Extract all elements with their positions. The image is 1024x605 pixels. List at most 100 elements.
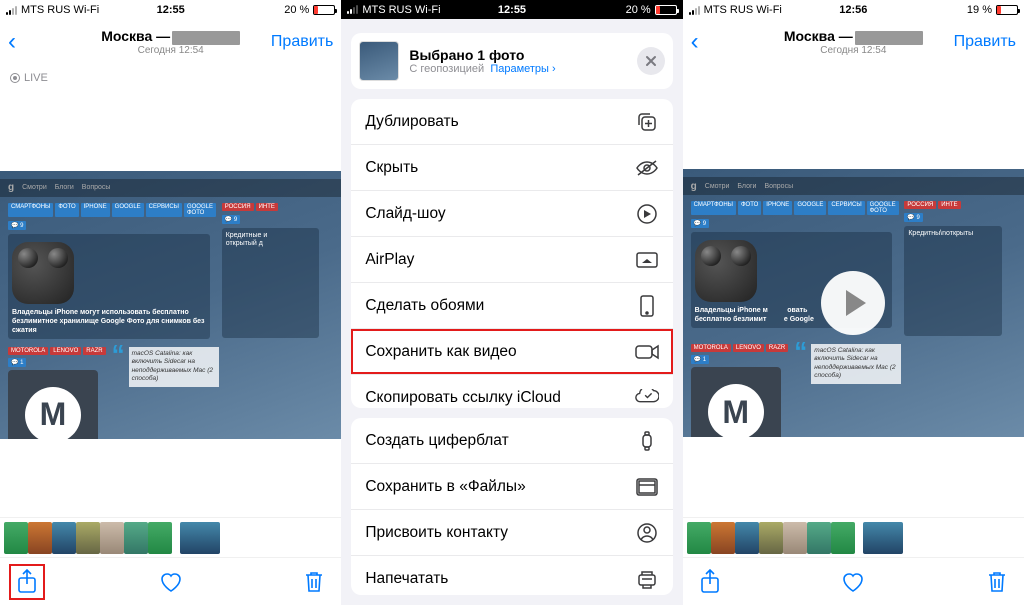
action-label: Скрыть	[365, 159, 418, 177]
status-time: 12:56	[839, 4, 867, 16]
action-label: Сохранить в «Файлы»	[365, 478, 525, 496]
nav-bar: ‹ Москва —Сегодня 12:54 Править	[683, 20, 1024, 64]
motorola-image: M	[691, 367, 781, 437]
status-bar: MTS RUS Wi-Fi 12:55 20 %	[0, 0, 341, 20]
battery-pct: 20 %	[284, 4, 309, 16]
action-напечатать[interactable]: Напечатать	[351, 556, 672, 595]
carrier-label: MTS RUS Wi-Fi	[21, 4, 99, 16]
action-label: AirPlay	[365, 251, 414, 269]
status-time: 12:55	[157, 4, 185, 16]
play-button[interactable]	[821, 271, 885, 335]
action-label: Сохранить как видео	[365, 343, 516, 361]
status-bar: MTS RUS Wi-Fi 12:56 19 %	[683, 0, 1024, 20]
photo-tags-c-r: MOTOROLALENOVORAZR	[691, 344, 789, 352]
battery-icon	[996, 5, 1018, 15]
like-button[interactable]	[836, 565, 870, 599]
edit-button[interactable]: Править	[263, 33, 333, 51]
action-icon	[635, 386, 659, 408]
battery-icon	[313, 5, 335, 15]
sheet-header: Выбрано 1 фото С геопозицией Параметры ›	[351, 33, 672, 89]
action-присвоить-контакту[interactable]: Присвоить контакту	[351, 510, 672, 556]
live-badge: LIVE	[0, 64, 341, 92]
signal-icon	[689, 6, 700, 15]
close-button[interactable]	[637, 47, 665, 75]
carrier-label: MTS RUS Wi-Fi	[704, 4, 782, 16]
action-icon	[635, 202, 659, 226]
live-icon	[10, 73, 20, 83]
action-label: Скопировать ссылку iCloud	[365, 389, 561, 407]
play-icon	[846, 290, 866, 316]
action-airplay[interactable]: AirPlay	[351, 237, 672, 283]
action-label: Сделать обоями	[365, 297, 484, 315]
redacted-location	[172, 31, 240, 45]
photo-area[interactable]: gСмотриБлогиВопросы СМАРТФОНЫФОТОIPHONEG…	[683, 89, 1024, 517]
battery-pct: 20 %	[626, 4, 651, 16]
action-icon	[635, 110, 659, 134]
sheet-title: Выбрано 1 фото	[409, 47, 626, 63]
battery-pct: 19 %	[967, 4, 992, 16]
photos-viewer-right: MTS RUS Wi-Fi 12:56 19 % ‹ Москва —Сегод…	[683, 0, 1024, 605]
bottom-toolbar	[0, 557, 341, 605]
action-слайд-шоу[interactable]: Слайд-шоу	[351, 191, 672, 237]
redacted-location	[855, 31, 923, 45]
action-создать-циферблат[interactable]: Создать циферблат	[351, 418, 672, 464]
nav-title: Москва —	[101, 28, 170, 44]
action-label: Создать циферблат	[365, 432, 508, 450]
action-icon	[635, 156, 659, 180]
bottom-toolbar	[683, 557, 1024, 605]
action-icon	[635, 429, 659, 453]
photo-quote: “macOS Catalina: как включить Sidecar на…	[112, 347, 219, 387]
action-icon	[635, 340, 659, 364]
action-label: Присвоить контакту	[365, 524, 508, 542]
battery-icon	[655, 5, 677, 15]
action-group-b: Создать циферблат Сохранить в «Файлы» Прис…	[351, 418, 672, 595]
photo-tags-b-r: РОССИЯИНТЕ	[904, 201, 1002, 209]
edit-button[interactable]: Править	[946, 33, 1016, 51]
action-icon	[635, 475, 659, 499]
photo-headline-b: Кредитные и открытый д	[226, 232, 316, 249]
action-icon	[635, 567, 659, 591]
action-icon	[635, 248, 659, 272]
photo-headline-a: Владельцы iPhone могут использовать бесп…	[12, 308, 206, 335]
photo-tags-c: MOTOROLALENOVORAZR	[8, 347, 106, 355]
photo-tags-a-r: СМАРТФОНЫФОТОIPHONEGOOGLEСЕРВИСЫGOOGLE Ф…	[691, 201, 893, 215]
nav-subtitle: Сегодня 12:54	[761, 45, 946, 56]
action-group-a: Дублировать Скрыть Слайд-шоу AirPlay Сделать…	[351, 99, 672, 408]
action-дублировать[interactable]: Дублировать	[351, 99, 672, 145]
motorola-image: M	[8, 370, 98, 439]
photos-viewer-left: MTS RUS Wi-Fi 12:55 20 % ‹ Москва —Сегод…	[0, 0, 341, 605]
action-скопировать-ссылку-icloud[interactable]: Скопировать ссылку iCloud	[351, 375, 672, 408]
status-time: 12:55	[498, 4, 526, 16]
action-label: Напечатать	[365, 570, 448, 588]
share-button[interactable]	[10, 565, 44, 599]
status-bar: MTS RUS Wi-Fi 12:55 20 %	[341, 0, 682, 19]
action-icon	[635, 521, 659, 545]
nav-title: Москва —	[784, 28, 853, 44]
like-button[interactable]	[154, 565, 188, 599]
carrier-label: MTS RUS Wi-Fi	[362, 4, 440, 16]
sheet-options-link[interactable]: Параметры ›	[490, 63, 555, 75]
trash-button[interactable]	[297, 565, 331, 599]
trash-button[interactable]	[980, 565, 1014, 599]
photo-quote: “macOS Catalina: как включить Sidecar на…	[794, 344, 901, 384]
signal-icon	[347, 5, 358, 14]
nav-bar: ‹ Москва —Сегодня 12:54 Править	[0, 20, 341, 64]
live-text: LIVE	[24, 72, 48, 84]
share-button[interactable]	[693, 565, 727, 599]
thumbnail-strip[interactable]	[0, 517, 341, 557]
photo-tags-b: РОССИЯИНТЕ	[222, 203, 320, 211]
signal-icon	[6, 6, 17, 15]
action-label: Дублировать	[365, 113, 458, 131]
action-сохранить-в-файлы-[interactable]: Сохранить в «Файлы»	[351, 464, 672, 510]
action-label: Слайд-шоу	[365, 205, 445, 223]
thumbnail-strip[interactable]	[683, 517, 1024, 557]
share-sheet-pane: MTS RUS Wi-Fi 12:55 20 % Выбрано 1 фото …	[341, 0, 682, 605]
photo-area[interactable]: gСмотриБлогиВопросы СМАРТФОНЫФОТОIPHONEG…	[0, 92, 341, 517]
action-скрыть[interactable]: Скрыть	[351, 145, 672, 191]
back-button[interactable]: ‹	[8, 28, 78, 56]
sheet-subtitle: С геопозицией Параметры ›	[409, 63, 626, 75]
back-button[interactable]: ‹	[691, 28, 761, 56]
action-icon	[635, 294, 659, 318]
action-сделать-обоями[interactable]: Сделать обоями	[351, 283, 672, 329]
action-сохранить-как-видео[interactable]: Сохранить как видео	[351, 329, 672, 375]
